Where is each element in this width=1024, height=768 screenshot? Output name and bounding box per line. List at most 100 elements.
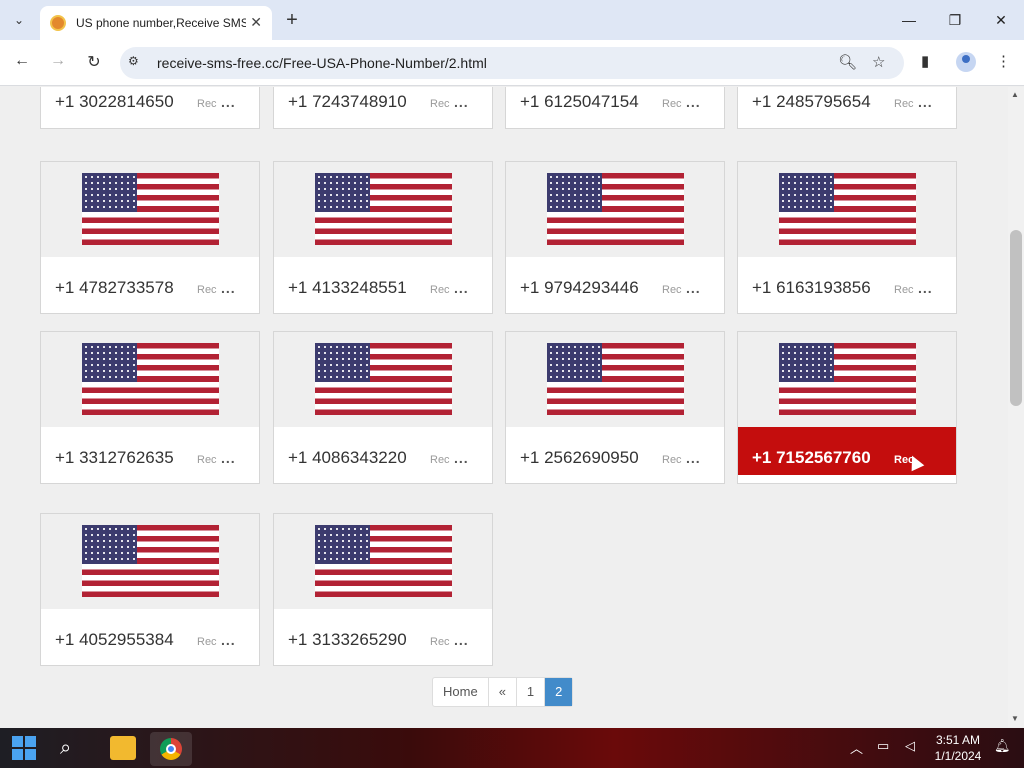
phone-number[interactable]: +1 3312762635 (55, 448, 174, 468)
number-card[interactable]: +1 3312762635 Rec ... (40, 331, 260, 484)
number-card[interactable]: +1 4052955384 Rec ... (40, 513, 260, 666)
number-card[interactable]: +1 6125047154 Rec ... (505, 87, 725, 129)
receive-label: Rec (430, 98, 450, 110)
receive-label: Rec (197, 284, 217, 296)
system-clock[interactable]: 3:51 AM 1/1/2024 (926, 732, 990, 764)
more-dots: ... (454, 94, 469, 110)
number-card[interactable]: +1 6163193856 Rec ... (737, 161, 957, 314)
phone-number[interactable]: +1 4086343220 (288, 448, 407, 468)
menu-kebab-icon[interactable]: ⋮ (996, 52, 1011, 70)
tray-chevron-icon[interactable]: ︿ (850, 738, 863, 757)
more-dots: ... (454, 450, 469, 466)
phone-number[interactable]: +1 7152567760 (752, 448, 871, 468)
phone-number[interactable]: +1 4782733578 (55, 278, 174, 298)
number-card[interactable]: +1 4133248551 Rec ... (273, 161, 493, 314)
us-flag-icon[interactable] (547, 343, 684, 415)
us-flag-icon[interactable] (547, 173, 684, 245)
receive-label: Rec (430, 284, 450, 296)
more-dots: ... (686, 94, 701, 110)
more-dots: ... (686, 450, 701, 466)
phone-number[interactable]: +1 9794293446 (520, 278, 639, 298)
page-content: +1 3022814650 Rec ... +1 7243748910 Rec … (0, 87, 1008, 727)
scroll-down-arrow-icon[interactable]: ▼ (1011, 714, 1019, 723)
reload-icon[interactable]: ↻ (83, 52, 105, 72)
minimize-button[interactable]: — (886, 8, 932, 32)
bookmark-star-icon[interactable]: ☆ (872, 53, 885, 71)
receive-label: Rec (197, 454, 217, 466)
us-flag-icon[interactable] (82, 173, 219, 245)
close-window-button[interactable]: ✕ (978, 8, 1024, 32)
phone-number[interactable]: +1 4052955384 (55, 630, 174, 650)
maximize-button[interactable]: ❐ (932, 8, 978, 32)
number-card-hovered[interactable]: +1 7152567760 Rec (737, 331, 957, 484)
more-dots: ... (221, 450, 236, 466)
phone-number[interactable]: +1 6125047154 (520, 92, 639, 112)
number-card[interactable]: +1 2485795654 Rec ... (737, 87, 957, 129)
us-flag-icon[interactable] (315, 173, 452, 245)
number-card[interactable]: +1 4086343220 Rec ... (273, 331, 493, 484)
pagination: Home « 1 2 (432, 677, 574, 707)
network-icon[interactable]: ▭ (877, 738, 889, 754)
more-dots: ... (454, 280, 469, 296)
receive-label: Rec (894, 284, 914, 296)
scrollbar-thumb[interactable] (1010, 230, 1022, 406)
new-tab-button[interactable]: + (282, 8, 302, 32)
chrome-taskbar-icon[interactable] (150, 732, 192, 766)
volume-icon[interactable]: ◁ (905, 738, 915, 754)
tab-title: US phone number,Receive SMS (76, 16, 246, 30)
notification-bell-icon[interactable]: 🔔︎ (994, 738, 1011, 754)
us-flag-icon[interactable] (82, 343, 219, 415)
browser-toolbar: ← → ↻ ⚙ receive-sms-free.cc/Free-USA-Pho… (0, 40, 1024, 86)
phone-number[interactable]: +1 3022814650 (55, 92, 174, 112)
phone-number[interactable]: +1 4133248551 (288, 278, 407, 298)
receive-label: Rec (197, 98, 217, 110)
back-arrow-icon[interactable]: ← (11, 52, 33, 70)
more-dots: ... (686, 280, 701, 296)
more-dots: ... (221, 94, 236, 110)
side-panel-icon[interactable]: ▮ (921, 52, 929, 70)
receive-label: Rec (430, 454, 450, 466)
phone-number[interactable]: +1 2562690950 (520, 448, 639, 468)
pagination-prev[interactable]: « (489, 678, 517, 706)
windows-start-icon[interactable] (12, 736, 38, 760)
tab-search-icon[interactable]: ⌄ (6, 8, 32, 32)
us-flag-icon[interactable] (779, 343, 916, 415)
clock-date: 1/1/2024 (934, 749, 982, 763)
file-explorer-icon[interactable] (110, 736, 136, 760)
forward-arrow-icon[interactable]: → (47, 52, 69, 70)
pagination-page-1[interactable]: 1 (517, 678, 546, 706)
us-flag-icon[interactable] (82, 525, 219, 597)
number-card[interactable]: +1 3022814650 Rec ... (40, 87, 260, 129)
number-card[interactable]: +1 9794293446 Rec ... (505, 161, 725, 314)
tab-close-icon[interactable]: ✕ (250, 14, 262, 31)
phone-number[interactable]: +1 2485795654 (752, 92, 871, 112)
number-card[interactable]: +1 2562690950 Rec ... (505, 331, 725, 484)
number-card[interactable]: +1 4782733578 Rec ... (40, 161, 260, 314)
us-flag-icon[interactable] (315, 525, 452, 597)
scrollbar[interactable] (1008, 87, 1024, 727)
receive-label: Rec (430, 636, 450, 648)
zoom-icon[interactable]: 🔍︎ (838, 53, 857, 71)
us-flag-icon[interactable] (779, 173, 916, 245)
more-dots: ... (221, 632, 236, 648)
clock-time: 3:51 AM (935, 733, 981, 747)
phone-number[interactable]: +1 7243748910 (288, 92, 407, 112)
us-flag-icon[interactable] (315, 343, 452, 415)
number-card[interactable]: +1 3133265290 Rec ... (273, 513, 493, 666)
scroll-up-arrow-icon[interactable]: ▲ (1011, 90, 1019, 99)
phone-number[interactable]: +1 6163193856 (752, 278, 871, 298)
profile-avatar[interactable] (956, 52, 976, 72)
receive-label: Rec (662, 98, 682, 110)
site-info-icon[interactable]: ⚙ (128, 54, 139, 68)
pagination-home[interactable]: Home (433, 678, 489, 706)
receive-label: Rec (662, 284, 682, 296)
phone-number[interactable]: +1 3133265290 (288, 630, 407, 650)
url-text[interactable]: receive-sms-free.cc/Free-USA-Phone-Numbe… (157, 55, 487, 71)
pagination-page-2[interactable]: 2 (545, 678, 573, 706)
browser-tab[interactable]: US phone number,Receive SMS ✕ (40, 6, 272, 40)
tab-strip: ⌄ US phone number,Receive SMS ✕ + — ❐ ✕ (0, 0, 1024, 40)
address-bar[interactable]: ⚙ receive-sms-free.cc/Free-USA-Phone-Num… (120, 47, 904, 79)
taskbar-search-icon[interactable]: ⌕ (60, 736, 86, 760)
number-card[interactable]: +1 7243748910 Rec ... (273, 87, 493, 129)
receive-label: Rec (662, 454, 682, 466)
